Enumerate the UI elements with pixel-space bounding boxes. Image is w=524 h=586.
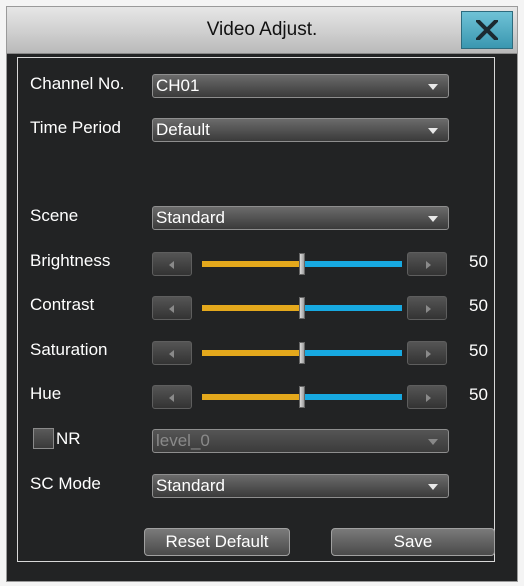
chevron-down-icon [428, 484, 438, 490]
hue-slider[interactable] [152, 384, 447, 410]
arrow-left-icon [169, 394, 174, 402]
sc-mode-select[interactable]: Standard [152, 474, 449, 498]
slider-fill [202, 394, 302, 400]
slider-track[interactable] [202, 297, 402, 319]
hue-value: 50 [469, 385, 488, 404]
title-bar: Video Adjust. [7, 7, 517, 54]
sc-mode-label: SC Mode [30, 474, 101, 493]
nr-label: NR [56, 429, 81, 448]
time-period-value: Default [156, 120, 210, 139]
saturation-increase-button[interactable] [407, 341, 447, 365]
brightness-slider[interactable] [152, 251, 447, 277]
close-button[interactable] [461, 11, 513, 49]
hue-decrease-button[interactable] [152, 385, 192, 409]
time-period-label: Time Period [30, 118, 122, 137]
channel-value: CH01 [156, 76, 200, 95]
save-button[interactable]: Save [331, 528, 495, 556]
saturation-slider[interactable] [152, 340, 447, 366]
channel-select[interactable]: CH01 [152, 74, 449, 98]
contrast-slider[interactable] [152, 295, 447, 321]
chevron-down-icon [428, 128, 438, 134]
scene-label: Scene [30, 206, 79, 225]
contrast-decrease-button[interactable] [152, 296, 192, 320]
hue-label: Hue [30, 384, 62, 403]
close-x-icon [476, 20, 498, 40]
brightness-value: 50 [469, 252, 488, 271]
saturation-decrease-button[interactable] [152, 341, 192, 365]
slider-track[interactable] [202, 253, 402, 275]
slider-fill [202, 261, 302, 267]
scene-select[interactable]: Standard [152, 206, 449, 230]
contrast-increase-button[interactable] [407, 296, 447, 320]
slider-fill [202, 305, 302, 311]
channel-label: Channel No. [30, 74, 125, 93]
time-period-select[interactable]: Default [152, 118, 449, 142]
arrow-right-icon [426, 305, 431, 313]
arrow-left-icon [169, 305, 174, 313]
contrast-value: 50 [469, 296, 488, 315]
dialog-title: Video Adjust. [206, 19, 318, 40]
slider-track[interactable] [202, 342, 402, 364]
nr-level-value: level_0 [156, 431, 210, 450]
nr-level-select[interactable]: level_0 [152, 429, 449, 453]
arrow-left-icon [169, 261, 174, 269]
hue-increase-button[interactable] [407, 385, 447, 409]
slider-track[interactable] [202, 386, 402, 408]
arrow-right-icon [426, 350, 431, 358]
slider-thumb[interactable] [299, 297, 305, 319]
brightness-label: Brightness [30, 251, 111, 270]
saturation-value: 50 [469, 341, 488, 360]
arrow-left-icon [169, 350, 174, 358]
chevron-down-icon [428, 84, 438, 90]
reset-default-button[interactable]: Reset Default [144, 528, 290, 556]
arrow-right-icon [426, 394, 431, 402]
slider-fill [202, 350, 302, 356]
brightness-increase-button[interactable] [407, 252, 447, 276]
chevron-down-icon [428, 439, 438, 445]
sc-mode-value: Standard [156, 476, 225, 495]
slider-thumb[interactable] [299, 342, 305, 364]
slider-thumb[interactable] [299, 386, 305, 408]
brightness-decrease-button[interactable] [152, 252, 192, 276]
nr-checkbox[interactable] [33, 428, 54, 449]
scene-value: Standard [156, 208, 225, 227]
chevron-down-icon [428, 216, 438, 222]
arrow-right-icon [426, 261, 431, 269]
slider-thumb[interactable] [299, 253, 305, 275]
saturation-label: Saturation [30, 340, 108, 359]
contrast-label: Contrast [30, 295, 95, 314]
